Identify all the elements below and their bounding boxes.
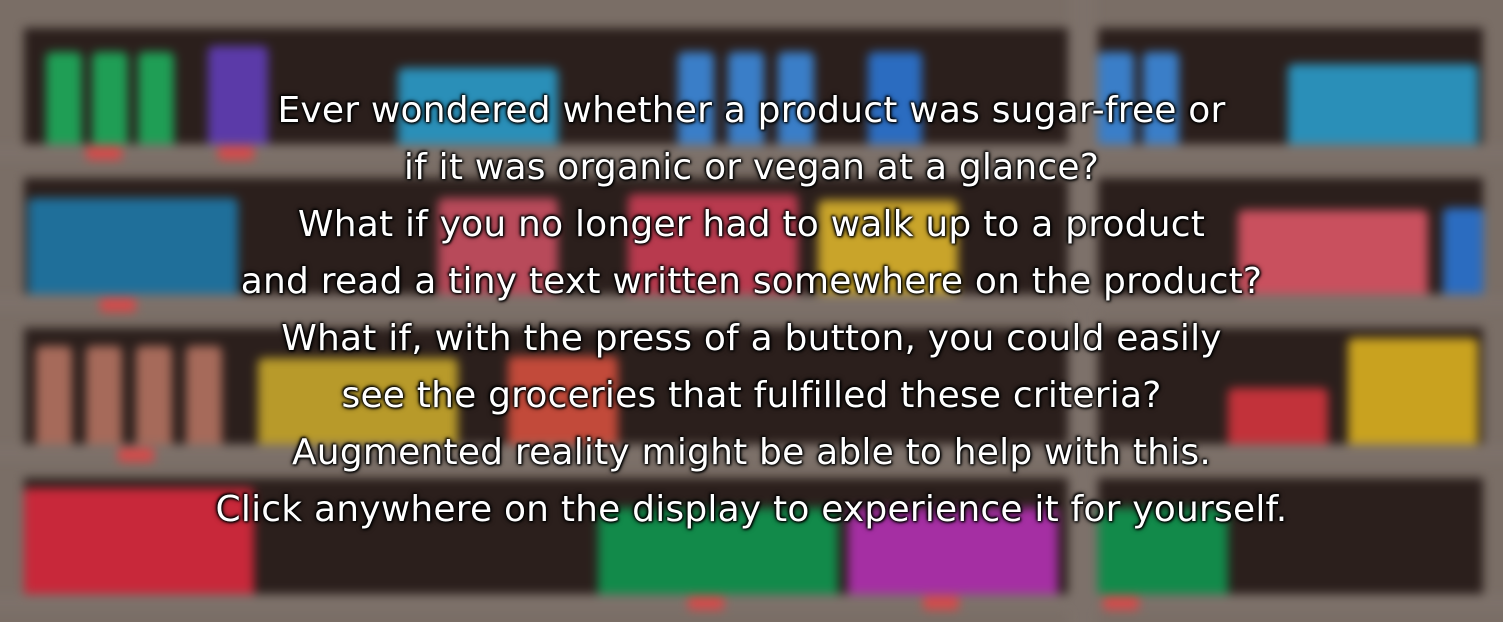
intro-line-6: see the groceries that fulfilled these c…	[341, 375, 1162, 416]
intro-line-3: What if you no longer had to walk up to …	[297, 204, 1206, 245]
intro-line-1: Ever wondered whether a product was suga…	[277, 90, 1226, 131]
intro-message: Ever wondered whether a product was suga…	[0, 0, 1503, 622]
intro-line-7: Augmented reality might be able to help …	[291, 432, 1212, 473]
display-click-area[interactable]: Ever wondered whether a product was suga…	[0, 0, 1503, 622]
intro-line-5: What if, with the press of a button, you…	[281, 318, 1222, 359]
intro-line-8: Click anywhere on the display to experie…	[215, 489, 1288, 530]
intro-line-4: and read a tiny text written somewhere o…	[240, 261, 1263, 302]
intro-line-2: if it was organic or vegan at a glance?	[403, 147, 1100, 188]
